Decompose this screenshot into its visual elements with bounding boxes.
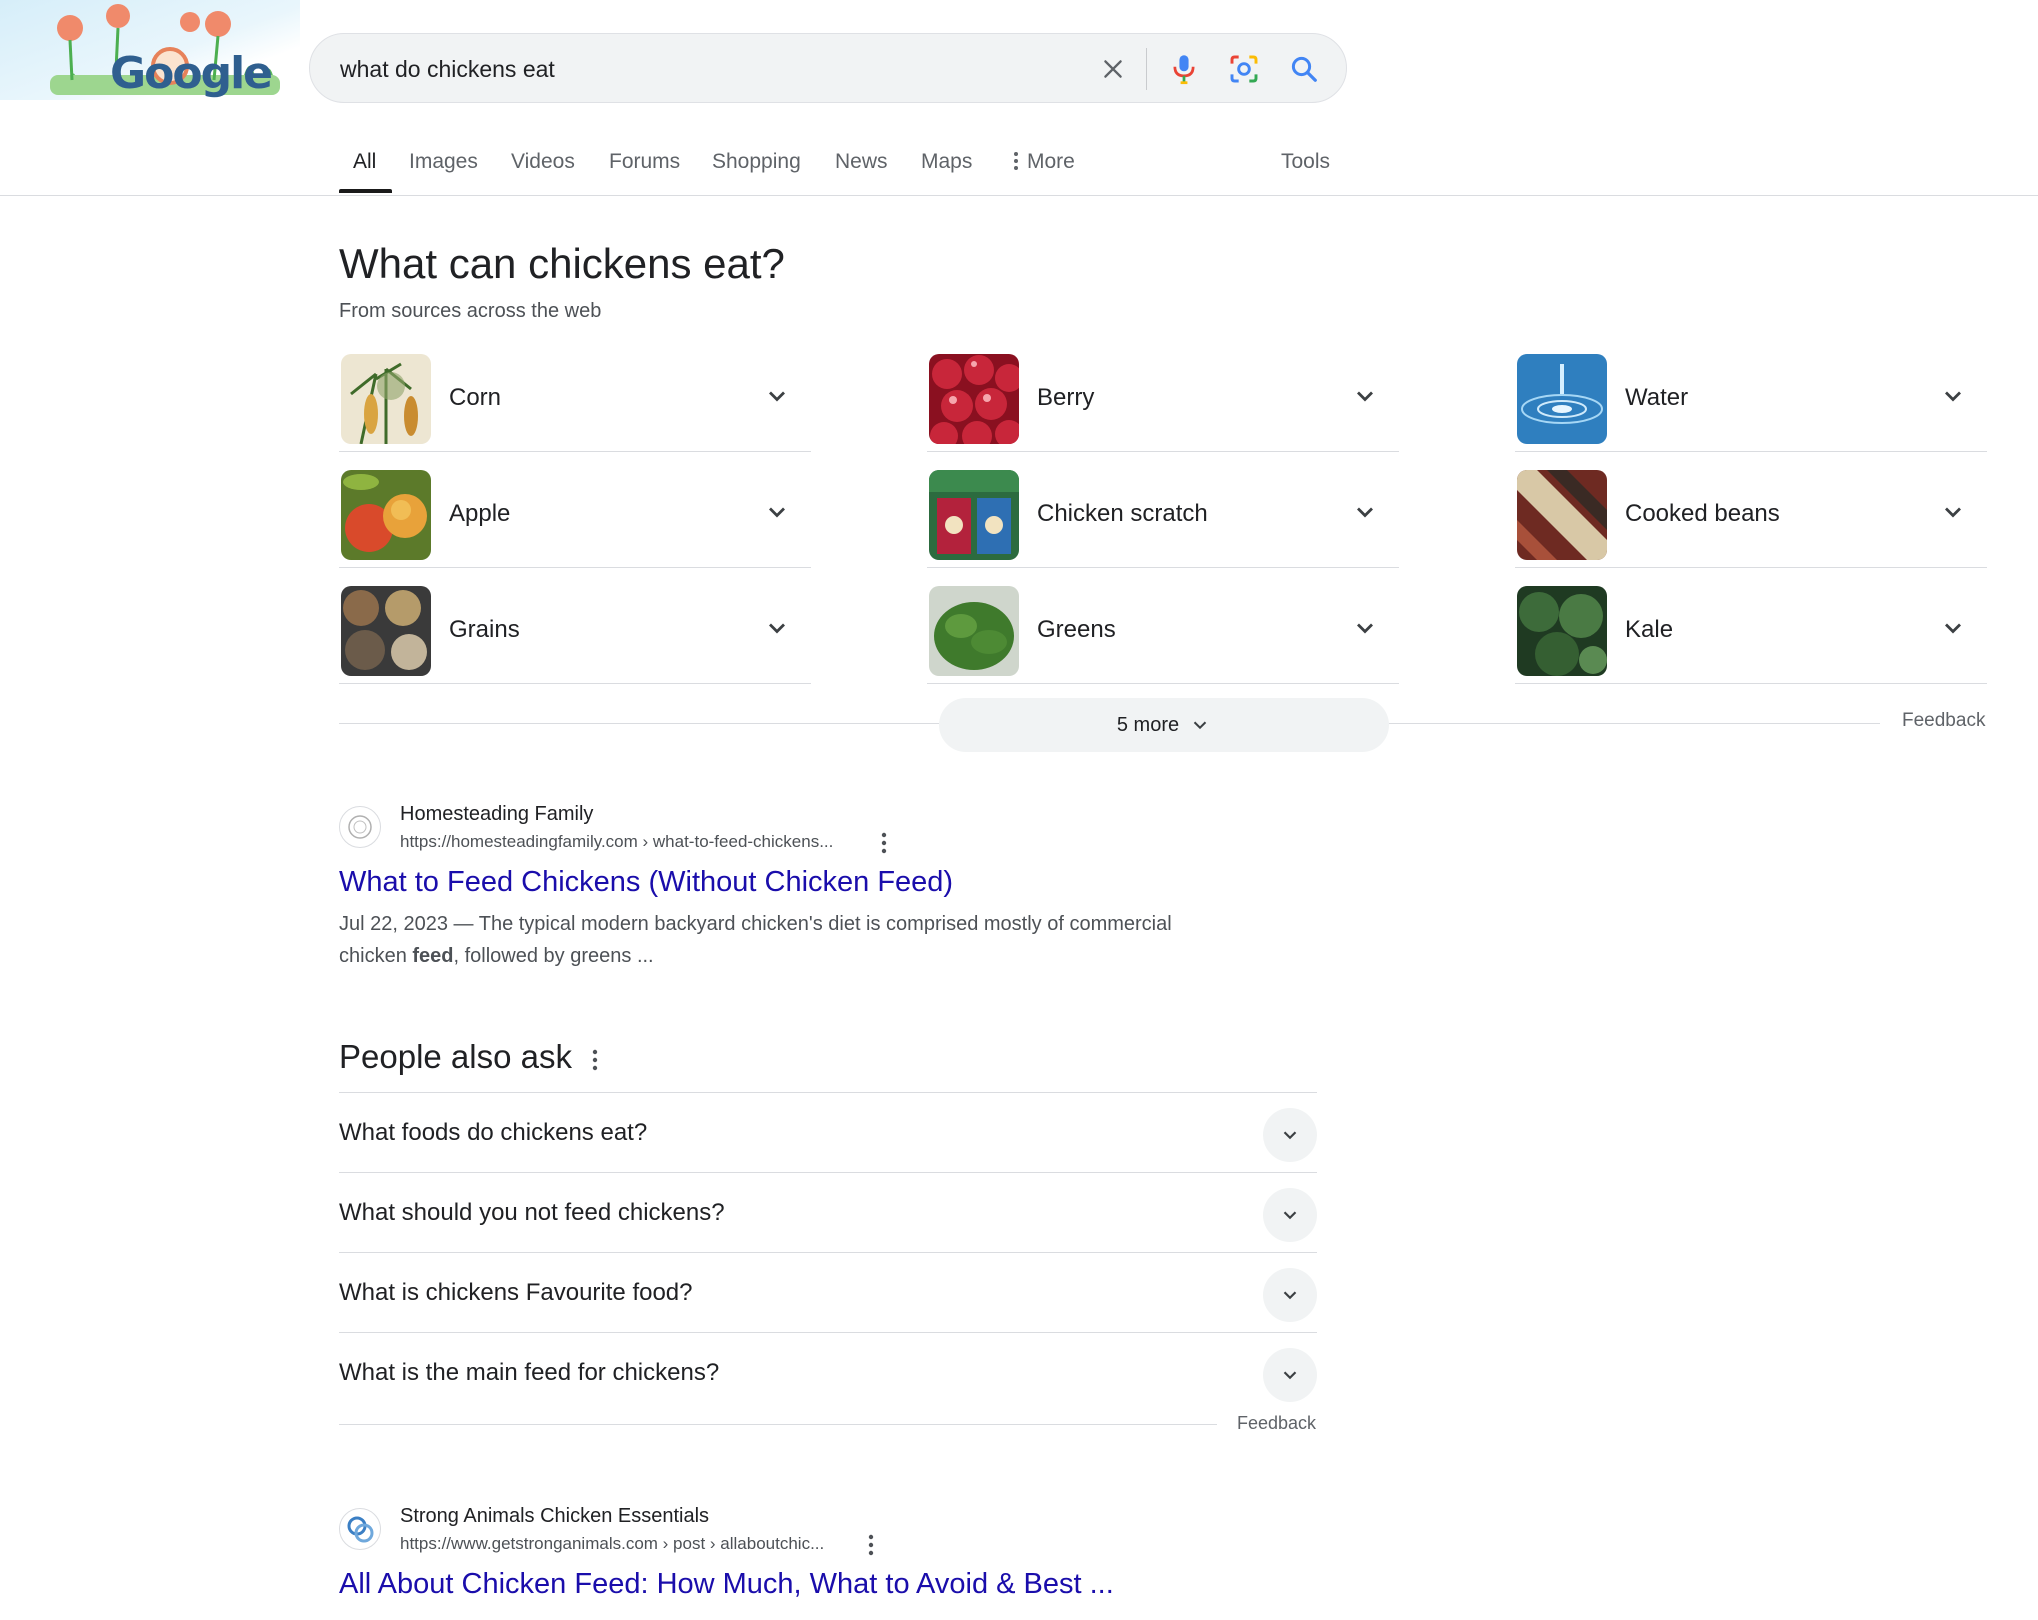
kale-thumbnail [1517, 586, 1607, 676]
active-tab-indicator [339, 189, 392, 193]
result-title-link[interactable]: What to Feed Chickens (Without Chicken F… [339, 866, 953, 899]
result-title-link[interactable]: All About Chicken Feed: How Much, What t… [339, 1568, 1114, 1601]
divider [339, 723, 939, 724]
result-url[interactable]: https://homesteadingfamily.com › what-to… [400, 832, 833, 852]
paa-question-row[interactable]: What is the main feed for chickens? [339, 1332, 1317, 1412]
tab-news[interactable]: News [835, 150, 888, 196]
food-label: Grains [449, 616, 520, 643]
chevron-down-icon [1945, 507, 1961, 518]
cooked-beans-thumbnail [1517, 470, 1607, 560]
chevron-down-icon [1357, 391, 1373, 402]
paa-question: What should you not feed chickens? [339, 1199, 725, 1226]
chevron-down-icon [1945, 623, 1961, 634]
expand-button[interactable] [1263, 1268, 1317, 1322]
tab-maps[interactable]: Maps [921, 150, 972, 196]
google-doodle-logo[interactable]: Google [0, 0, 300, 105]
foods-subheading: From sources across the web [339, 300, 602, 322]
chevron-down-icon [1283, 1291, 1297, 1300]
chevron-down-icon [1945, 391, 1961, 402]
paa-question: What foods do chickens eat? [339, 1119, 648, 1146]
apple-thumbnail [341, 470, 431, 560]
paa-question-row[interactable]: What foods do chickens eat? [339, 1092, 1317, 1172]
search-tabs: All Images Videos Forums Shopping News M… [0, 140, 2038, 196]
tab-forums[interactable]: Forums [609, 150, 680, 196]
expand-button[interactable] [1263, 1108, 1317, 1162]
snippet-text: , followed by greens ... [453, 945, 654, 967]
paa-question-row[interactable]: What is chickens Favourite food? [339, 1252, 1317, 1332]
food-item-grains[interactable]: Grains [339, 568, 811, 684]
water-thumbnail [1517, 354, 1607, 444]
food-label: Apple [449, 500, 511, 527]
close-icon[interactable] [1095, 51, 1131, 87]
corn-thumbnail [341, 354, 431, 444]
food-label: Greens [1037, 616, 1116, 643]
paa-question-row[interactable]: What should you not feed chickens? [339, 1172, 1317, 1252]
food-item-greens[interactable]: Greens [927, 568, 1399, 684]
chevron-down-icon [1283, 1131, 1297, 1140]
chevron-down-icon [769, 507, 785, 518]
more-vert-icon[interactable] [879, 831, 889, 855]
microphone-icon[interactable] [1166, 51, 1202, 87]
tab-more-label: More [1027, 150, 1075, 173]
food-label: Berry [1037, 384, 1095, 411]
chevron-down-icon [1283, 1211, 1297, 1220]
food-label: Corn [449, 384, 502, 411]
chevron-down-icon [1193, 721, 1207, 730]
paa-heading: People also ask [339, 1038, 572, 1075]
result-site-name[interactable]: Strong Animals Chicken Essentials [400, 1505, 709, 1528]
food-label: Water [1625, 384, 1689, 411]
snippet-emphasis: feed [412, 945, 454, 967]
chicken-scratch-thumbnail [929, 470, 1019, 560]
food-item-water[interactable]: Water [1515, 336, 1987, 452]
tools-button[interactable]: Tools [1281, 150, 1330, 196]
search-icon[interactable] [1286, 51, 1322, 87]
site-favicon-icon [339, 1508, 381, 1550]
feedback-link[interactable]: Feedback [1902, 710, 1985, 732]
food-item-chicken-scratch[interactable]: Chicken scratch [927, 452, 1399, 568]
more-vert-icon[interactable] [590, 1048, 600, 1072]
divider [1385, 723, 1880, 724]
more-vert-icon [1014, 152, 1018, 170]
logo-wordmark: Google [110, 48, 273, 99]
berry-thumbnail [929, 354, 1019, 444]
camera-lens-icon[interactable] [1226, 51, 1262, 87]
food-item-kale[interactable]: Kale [1515, 568, 1987, 684]
food-label: Kale [1625, 616, 1674, 643]
foods-heading: What can chickens eat? [339, 240, 785, 287]
food-item-berry[interactable]: Berry [927, 336, 1399, 452]
paa-question: What is the main feed for chickens? [339, 1359, 720, 1386]
site-favicon-icon [339, 806, 381, 848]
food-item-cooked-beans[interactable]: Cooked beans [1515, 452, 1987, 568]
search-box[interactable]: what do chickens eat [309, 33, 1347, 103]
food-item-corn[interactable]: Corn [339, 336, 811, 452]
tab-images[interactable]: Images [409, 150, 478, 196]
search-divider [1146, 48, 1147, 90]
show-more-label: 5 more [1116, 713, 1180, 736]
chevron-down-icon [769, 391, 785, 402]
chevron-down-icon [1283, 1371, 1297, 1380]
food-item-apple[interactable]: Apple [339, 452, 811, 568]
expand-button[interactable] [1263, 1188, 1317, 1242]
more-vert-icon[interactable] [866, 1533, 876, 1557]
food-label: Cooked beans [1625, 500, 1780, 527]
feedback-link[interactable]: Feedback [1237, 1413, 1316, 1434]
expand-button[interactable] [1263, 1348, 1317, 1402]
greens-thumbnail [929, 586, 1019, 676]
divider [339, 1424, 1217, 1425]
result-snippet: Jul 22, 2023 — The typical modern backya… [339, 908, 1239, 972]
search-input[interactable]: what do chickens eat [340, 56, 555, 83]
show-more-button[interactable]: 5 more [939, 698, 1389, 752]
result-url[interactable]: https://www.getstronganimals.com › post … [400, 1534, 824, 1554]
paa-question: What is chickens Favourite food? [339, 1279, 693, 1306]
grains-thumbnail [341, 586, 431, 676]
chevron-down-icon [1357, 507, 1373, 518]
tab-shopping[interactable]: Shopping [712, 150, 801, 196]
result-site-name[interactable]: Homesteading Family [400, 803, 593, 826]
tab-videos[interactable]: Videos [511, 150, 575, 196]
tab-more[interactable]: More [1011, 150, 1075, 196]
chevron-down-icon [769, 623, 785, 634]
chevron-down-icon [1357, 623, 1373, 634]
food-label: Chicken scratch [1037, 500, 1208, 527]
